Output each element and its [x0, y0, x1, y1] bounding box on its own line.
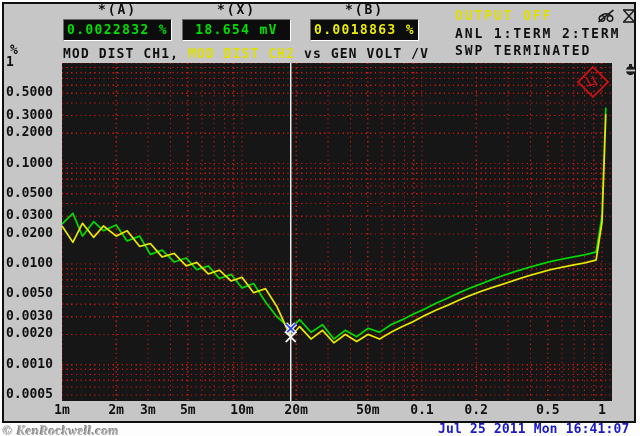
y-tick-label: 0.0500 [6, 185, 53, 201]
vs-label: vs [295, 47, 331, 62]
y-tick-label: 0.0200 [6, 225, 53, 241]
x-tick-label: 20m [284, 403, 308, 418]
x-tick-label: 1 [598, 403, 606, 418]
x-tick-label: 10m [230, 403, 254, 418]
y-tick-label: 0.3000 [6, 107, 53, 123]
audio-monitor-off-icon [598, 9, 614, 23]
display-off-icon [623, 9, 635, 23]
y-tick-label: 0.2000 [6, 125, 53, 141]
readout-x-value: 18.654 mV [195, 22, 278, 38]
watermark: © KenRockwell.com [3, 423, 120, 436]
output-status: OUTPUT OFF [455, 9, 553, 24]
trace-ch1-label: MOD DIST CH1, [63, 47, 188, 62]
x-tick-label: 50m [356, 403, 380, 418]
readout-x-label: *(X) [217, 3, 256, 18]
y-tick-label: 0.0005 [6, 386, 53, 402]
analyzer-status: ANL 1:TERM 2:TERM [455, 27, 621, 42]
x-quantity-label: GEN VOLT /V [330, 47, 430, 62]
x-tick-label: 5m [179, 403, 196, 418]
y-tick-label: 0.0010 [6, 356, 53, 372]
analyzer-screen: *(A) *(X) *(B) 0.0022832 % 18.654 mV 0.0… [0, 0, 640, 436]
y-tick-label: 0.0300 [6, 208, 53, 224]
readout-b-label: *(B) [345, 3, 384, 18]
y-tick-label: 0.1000 [6, 155, 53, 171]
y-tick-label: 0.0100 [6, 256, 53, 272]
readout-a-label: *(A) [98, 3, 137, 18]
plot-area [61, 62, 612, 401]
y-tick-label: 0.0020 [6, 326, 53, 342]
plot-background [62, 63, 612, 401]
x-tick-label: 0.5 [536, 403, 560, 418]
readout-b-value: 0.0018863 % [314, 22, 415, 38]
x-tick-label: 0.2 [464, 403, 488, 418]
date-time-stamp: Jul 25 2011 Mon 16:41:07 [438, 422, 630, 436]
readout-b-value-box: 0.0018863 % [310, 19, 419, 41]
y-tick-label: 0.0030 [6, 308, 53, 324]
x-tick-label: 1m [54, 403, 70, 418]
trace-title-line: MOD DIST CH1, MOD DIST CH2 vs GEN VOLT /… [63, 43, 429, 62]
readout-a-value-box: 0.0022832 % [63, 19, 172, 41]
status-glyph-icon [625, 64, 636, 76]
y-tick-label: 0.5000 [6, 85, 53, 101]
y-tick-label: 0.0050 [6, 286, 53, 302]
trace-ch2-label: MOD DIST CH2 [187, 47, 296, 62]
xy-graph [61, 62, 612, 401]
readout-x-value-box: 18.654 mV [182, 19, 291, 41]
y-tick-label: 1 [6, 55, 14, 70]
sweep-status: SWP TERMINATED [455, 44, 592, 59]
x-tick-label: 0.1 [410, 403, 434, 418]
readout-a-value: 0.0022832 % [67, 22, 168, 38]
